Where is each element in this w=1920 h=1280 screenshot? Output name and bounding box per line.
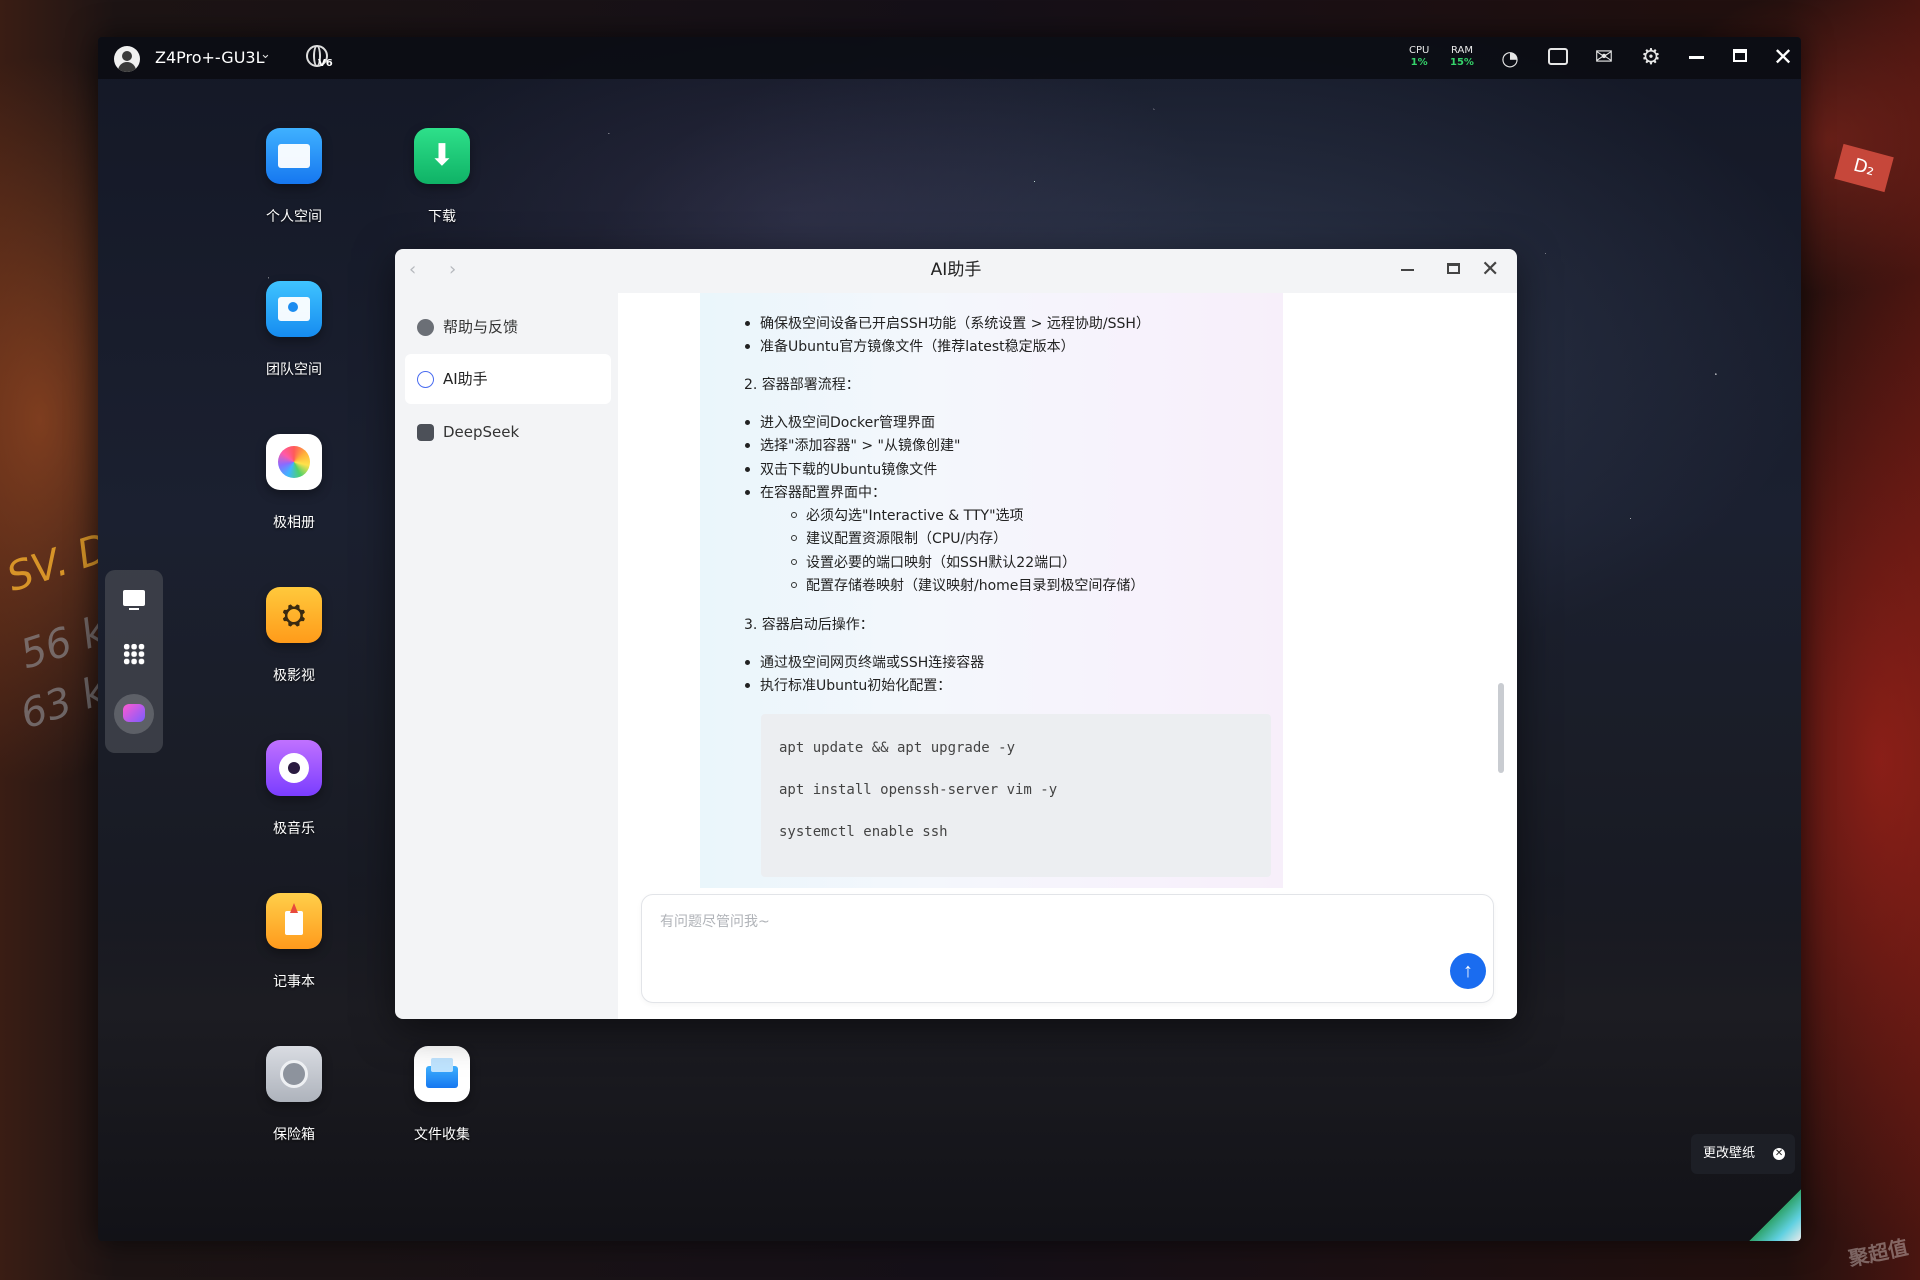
list-item: 选择"添加容器" > "从镜像创建" (744, 435, 960, 455)
device-name[interactable]: Z4Pro+-GU3L (155, 48, 265, 67)
app-label: 极影视 (273, 668, 315, 684)
app-file-collect[interactable]: 文件收集 (387, 1046, 497, 1144)
list-item: 配置存储卷映射（建议映射/home目录到极空间存储） (790, 575, 1144, 595)
ai-icon (417, 371, 434, 388)
music-icon (266, 740, 322, 796)
code-line: apt install openssh-server vim -y (779, 782, 1058, 798)
app-label: 保险箱 (273, 1127, 315, 1143)
list-item: 确保极空间设备已开启SSH功能（系统设置 > 远程协助/SSH） (745, 313, 1150, 333)
list-item: 执行标准Ubuntu初始化配置： (744, 675, 951, 695)
notepad-icon (266, 893, 322, 949)
change-wallpaper-label: 更改壁纸 (1703, 1146, 1756, 1161)
dialog-minimize-button[interactable] (1401, 269, 1414, 271)
file-collect-icon (414, 1046, 470, 1102)
chat-input[interactable] (658, 909, 1442, 973)
code-line: systemctl enable ssh (779, 824, 948, 840)
sidebar-item-deepseek[interactable]: DeepSeek (405, 407, 611, 457)
app-label: 个人空间 (266, 209, 322, 225)
step-heading: 2. 容器部署流程： (744, 377, 860, 393)
ram-stat[interactable]: RAM 15% (1450, 45, 1474, 69)
app-personal-space[interactable]: 个人空间 (239, 128, 349, 226)
sidebar-item-label: 帮助与反馈 (443, 318, 519, 336)
app-label: 文件收集 (414, 1127, 470, 1143)
code-line: apt update && apt upgrade -y (779, 740, 1016, 756)
ai-assistant-icon[interactable] (114, 694, 154, 734)
folder-icon (266, 128, 322, 184)
app-notepad[interactable]: 记事本 (239, 893, 349, 991)
list-item: 双击下载的Ubuntu镜像文件 (744, 459, 937, 479)
ai-assistant-dialog: ‹ › AI助手 ✕ 帮助与反馈 AI助手 DeepSeek 确保极空间设备已开… (395, 249, 1517, 1019)
photos-icon (266, 434, 322, 490)
app-video[interactable]: ⛭ 极影视 (239, 587, 349, 685)
desktop-icon[interactable] (114, 580, 154, 620)
cpu-label: CPU (1409, 45, 1430, 56)
mail-icon[interactable]: ✉ (1592, 46, 1616, 70)
cpu-value: 1% (1410, 57, 1428, 68)
list-item: 必须勾选"Interactive & TTY"选项 (791, 505, 1024, 525)
team-folder-icon (266, 281, 322, 337)
maximize-button[interactable] (1733, 49, 1747, 62)
step-heading: 3. 容器启动后操作： (744, 617, 874, 633)
app-safe[interactable]: 保险箱 (239, 1046, 349, 1144)
dialog-title: AI助手 (930, 260, 982, 280)
safe-icon (266, 1046, 322, 1102)
dialog-maximize-button[interactable] (1447, 263, 1460, 274)
monitor-icon[interactable] (1548, 48, 1568, 65)
app-download[interactable]: ⬇ 下载 (387, 128, 497, 226)
list-item: 准备Ubuntu官方镜像文件（推荐latest稳定版本） (745, 336, 1075, 356)
avatar[interactable] (114, 46, 140, 72)
arrow-up-icon: ↑ (1463, 960, 1473, 982)
minimize-button[interactable] (1689, 56, 1704, 59)
app-music[interactable]: 极音乐 (239, 740, 349, 838)
list-item: 设置必要的端口映射（如SSH默认22端口） (790, 552, 1076, 572)
nas-desktop-window: Z4Pro+-GU3L ⌄ V6 CPU 1% RAM 15% ◔ ✉ ⚙ ✕ … (98, 37, 1801, 1241)
ram-value: 15% (1450, 57, 1474, 68)
close-icon[interactable]: ✕ (1773, 1148, 1786, 1160)
app-grid-icon[interactable] (114, 634, 154, 674)
speedometer-icon[interactable]: ◔ (1498, 46, 1522, 70)
top-bar: Z4Pro+-GU3L ⌄ V6 CPU 1% RAM 15% ◔ ✉ ⚙ ✕ (98, 37, 1801, 79)
assistant-message: 确保极空间设备已开启SSH功能（系统设置 > 远程协助/SSH） 准备Ubunt… (700, 293, 1283, 888)
send-button[interactable]: ↑ (1450, 953, 1486, 989)
close-button[interactable]: ✕ (1770, 42, 1796, 72)
sidebar-item-help[interactable]: 帮助与反馈 (405, 302, 611, 352)
change-wallpaper-button[interactable]: 更改壁纸 ✕ (1691, 1134, 1796, 1174)
app-team-space[interactable]: 团队空间 (239, 281, 349, 379)
list-item: 建议配置资源限制（CPU/内存） (790, 528, 1007, 548)
download-icon: ⬇ (414, 128, 470, 184)
deepseek-icon (417, 424, 434, 441)
help-icon (417, 319, 434, 336)
sidebar-item-ai-assistant[interactable]: AI助手 (405, 354, 611, 404)
network-label: V6 (318, 58, 333, 69)
app-label: 极相册 (273, 515, 315, 531)
wallpaper-corner-fold[interactable] (1749, 1189, 1801, 1241)
sidebar-item-label: AI助手 (443, 370, 488, 388)
app-label: 极音乐 (273, 821, 315, 837)
app-label: 下载 (428, 209, 456, 225)
chat-input-area: ↑ (641, 894, 1494, 1003)
list-item: 进入极空间Docker管理界面 (744, 412, 935, 432)
chat-content: 确保极空间设备已开启SSH功能（系统设置 > 远程协助/SSH） 准备Ubunt… (618, 293, 1517, 1019)
ram-label: RAM (1450, 45, 1473, 56)
chat-scrollbar[interactable] (1498, 683, 1504, 773)
cpu-stat[interactable]: CPU 1% (1409, 45, 1429, 69)
app-photos[interactable]: 极相册 (239, 434, 349, 532)
app-label: 团队空间 (266, 362, 322, 378)
sidebar-item-label: DeepSeek (443, 423, 520, 441)
dock (105, 570, 163, 753)
code-block: apt update && apt upgrade -y apt install… (761, 714, 1271, 877)
gear-icon[interactable]: ⚙ (1639, 46, 1663, 70)
list-item: 在容器配置界面中： (745, 482, 886, 502)
dialog-close-button[interactable]: ✕ (1481, 257, 1499, 282)
chevron-down-icon[interactable]: ⌄ (260, 47, 271, 62)
app-label: 记事本 (273, 974, 315, 990)
video-icon: ⛭ (266, 587, 322, 643)
list-item: 通过极空间网页终端或SSH连接容器 (744, 652, 984, 672)
